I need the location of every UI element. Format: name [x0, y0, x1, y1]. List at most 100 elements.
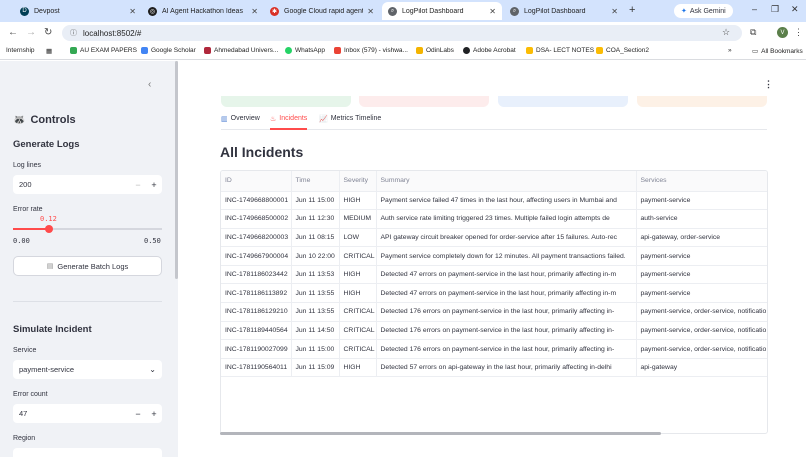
all-bookmarks[interactable]: ▭ All Bookmarks	[752, 47, 803, 56]
cell-services[interactable]: payment-service	[636, 191, 767, 211]
cell-time[interactable]: Jun 11 12:30	[291, 209, 340, 229]
cell-severity[interactable]: HIGH	[339, 191, 377, 211]
generate-batch-logs-button[interactable]: ▤ Generate Batch Logs	[13, 256, 162, 276]
bookmark-ahmedabad[interactable]: Ahmedabad Univers...	[204, 47, 278, 54]
cell-id[interactable]: INC-1749668800001	[221, 191, 292, 211]
table-row[interactable]: INC-1781186129210 Jun 11 13:55 CRITICAL Det…	[221, 302, 767, 322]
close-icon[interactable]: ✕	[251, 7, 258, 16]
browser-tab-google-cloud[interactable]: ✱ Google Cloud rapid agent ha ✕	[264, 2, 380, 20]
cell-summary[interactable]: Detected 176 errors on payment-service i…	[376, 321, 637, 341]
cell-severity[interactable]: MEDIUM	[339, 209, 377, 229]
bookmark-coa[interactable]: COA_Section2	[596, 47, 649, 54]
cell-severity[interactable]: HIGH	[339, 283, 377, 304]
table-horizontal-scrollbar[interactable]	[220, 432, 661, 435]
increment-button[interactable]: +	[146, 409, 162, 419]
cell-time[interactable]: Jun 11 13:55	[291, 302, 340, 322]
cell-id[interactable]: INC-1781186129210	[221, 302, 292, 322]
table-row[interactable]: INC-1749668500002 Jun 11 12:30 MEDIUM Auth …	[221, 209, 767, 229]
cell-services[interactable]: payment-service	[636, 246, 767, 266]
table-row[interactable]: INC-1781186023442 Jun 11 13:53 HIGH Detecte…	[221, 265, 767, 285]
cell-id[interactable]: INC-1781186023442	[221, 265, 292, 285]
table-row[interactable]: INC-1749668200003 Jun 11 08:15 LOW API gate…	[221, 228, 767, 248]
bookmark-star-icon[interactable]: ☆	[722, 27, 730, 38]
cell-summary[interactable]: Detected 176 errors on payment-service i…	[376, 302, 637, 322]
close-icon[interactable]: ✕	[611, 7, 618, 16]
cell-id[interactable]: INC-1781190564011	[221, 358, 292, 378]
cell-time[interactable]: Jun 11 15:00	[291, 191, 340, 211]
profile-avatar[interactable]: V	[777, 27, 788, 38]
error-rate-slider-thumb[interactable]	[44, 225, 53, 233]
cell-services[interactable]: api-gateway	[636, 358, 767, 378]
cell-time[interactable]: Jun 11 13:53	[291, 265, 340, 285]
region-select[interactable]	[13, 448, 162, 457]
column-header-id[interactable]: ID	[221, 171, 292, 192]
restore-icon[interactable]: ❐	[771, 4, 779, 15]
browser-tab-logpilot[interactable]: ⌕ LogPilot Dashboard ✕	[504, 2, 624, 20]
cell-summary[interactable]: Payment service failed 47 times in the l…	[376, 191, 637, 211]
bookmark-adobe-acrobat[interactable]: Adobe Acrobat	[463, 47, 516, 54]
bookmark-google-scholar[interactable]: Google Scholar	[141, 47, 196, 54]
cell-severity[interactable]: HIGH	[339, 265, 377, 285]
site-info-icon[interactable]: ⓘ	[70, 28, 77, 38]
cell-services[interactable]: payment-service	[636, 283, 767, 304]
new-tab-icon[interactable]: +	[629, 4, 635, 16]
incidents-table[interactable]: ID Time Severity Summary Services INC-17…	[220, 170, 768, 434]
log-lines-input[interactable]: 200 − +	[13, 175, 162, 194]
cell-summary[interactable]: Detected 47 errors on payment-service in…	[376, 283, 637, 304]
cell-services[interactable]: auth-service	[636, 209, 767, 229]
cell-services[interactable]: payment-service, order-service, notifica…	[636, 339, 767, 359]
cell-services[interactable]: api-gateway, order-service	[636, 228, 767, 248]
cell-severity[interactable]: CRITICAL	[339, 321, 377, 341]
cell-severity[interactable]: CRITICAL	[339, 302, 377, 322]
apps-grid-icon[interactable]: ▦	[46, 47, 52, 55]
table-row[interactable]: INC-1749667900004 Jun 10 22:00 CRITICAL Pay…	[221, 246, 767, 266]
browser-tab-devpost[interactable]: D Devpost ✕	[14, 2, 142, 20]
cell-id[interactable]: INC-1781189440564	[221, 321, 292, 341]
table-row[interactable]: INC-1781190564011 Jun 11 15:09 HIGH Detecte…	[221, 358, 767, 378]
cell-services[interactable]: payment-service	[636, 265, 767, 285]
error-count-input[interactable]: 47 − +	[13, 404, 162, 423]
bookmark-odinlabs[interactable]: OdinLabs	[416, 47, 454, 54]
cell-id[interactable]: INC-1749668500002	[221, 209, 292, 229]
cell-summary[interactable]: Detected 47 errors on payment-service in…	[376, 265, 637, 285]
tab-incidents[interactable]: ♨ Incidents	[270, 115, 308, 130]
tab-metrics-timeline[interactable]: 📈 Metrics Timeline	[319, 115, 381, 130]
close-icon[interactable]: ✕	[489, 7, 496, 16]
cell-severity[interactable]: HIGH	[339, 358, 377, 378]
cell-time[interactable]: Jun 11 15:09	[291, 358, 340, 378]
browser-tab-logpilot-active[interactable]: ⌕ LogPilot Dashboard ✕	[382, 2, 502, 20]
cell-id[interactable]: INC-1749668200003	[221, 228, 292, 248]
cell-id[interactable]: INC-1781186113892	[221, 283, 292, 304]
column-header-severity[interactable]: Severity	[339, 171, 377, 192]
cell-services[interactable]: payment-service, order-service, notifica…	[636, 302, 767, 322]
cell-time[interactable]: Jun 11 13:55	[291, 283, 340, 304]
increment-button[interactable]: +	[146, 180, 162, 190]
table-row[interactable]: INC-1781190027099 Jun 11 15:00 CRITICAL Det…	[221, 339, 767, 359]
column-header-time[interactable]: Time	[291, 171, 340, 192]
table-row[interactable]: INC-1749668800001 Jun 11 15:00 HIGH Payment…	[221, 191, 767, 211]
service-select[interactable]: payment-service ⌄	[13, 360, 162, 379]
error-rate-slider-track[interactable]	[13, 228, 162, 230]
bookmark-inbox[interactable]: Inbox (579) - vishwa...	[334, 47, 408, 54]
cell-summary[interactable]: Auth service rate limiting triggered 23 …	[376, 209, 637, 229]
bookmark-internship[interactable]: Internship	[6, 47, 35, 54]
collapse-sidebar-icon[interactable]: ‹	[148, 79, 151, 90]
forward-arrow-icon[interactable]: →	[26, 27, 36, 38]
tab-overview[interactable]: ▥ Overview	[221, 115, 260, 130]
bookmark-whatsapp[interactable]: WhatsApp	[285, 47, 325, 54]
minimize-icon[interactable]: –	[752, 4, 757, 14]
decrement-button[interactable]: −	[130, 180, 146, 190]
close-icon[interactable]: ✕	[367, 7, 374, 16]
cell-time[interactable]: Jun 11 14:50	[291, 321, 340, 341]
menu-icon[interactable]: ⋮	[794, 27, 803, 38]
cell-summary[interactable]: Detected 57 errors on api-gateway in the…	[376, 358, 637, 378]
column-header-services[interactable]: Services	[636, 171, 767, 192]
cell-severity[interactable]: CRITICAL	[339, 246, 377, 266]
cell-severity[interactable]: CRITICAL	[339, 339, 377, 359]
cell-time[interactable]: Jun 10 22:00	[291, 246, 340, 266]
cell-time[interactable]: Jun 11 08:15	[291, 228, 340, 248]
cell-id[interactable]: INC-1781190027099	[221, 339, 292, 359]
ask-gemini-button[interactable]: ✦ Ask Gemini	[674, 4, 733, 18]
decrement-button[interactable]: −	[130, 409, 146, 419]
address-bar[interactable]: ⓘ localhost:8502/#	[62, 25, 742, 41]
